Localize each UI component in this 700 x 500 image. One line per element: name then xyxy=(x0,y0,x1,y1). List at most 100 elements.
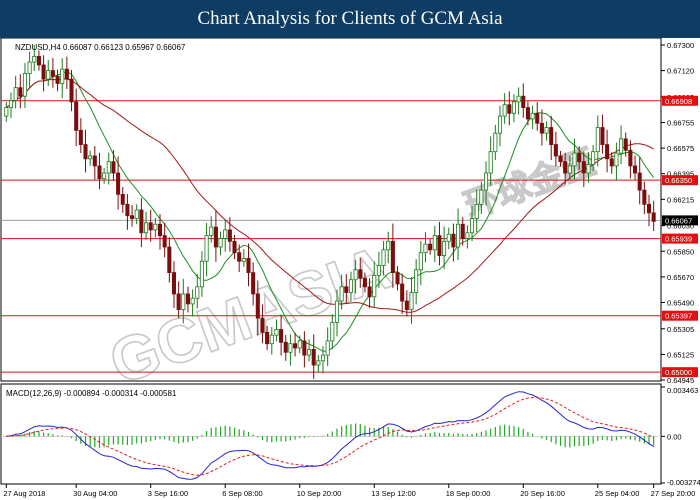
candle-body xyxy=(516,95,521,103)
candle-body xyxy=(302,340,307,356)
candle-body xyxy=(88,155,93,160)
candle-body xyxy=(381,249,386,266)
candle-body xyxy=(549,127,554,145)
candle-body xyxy=(521,95,526,108)
candle-body xyxy=(535,112,540,124)
candle-body xyxy=(353,269,358,281)
candle-body xyxy=(581,161,586,174)
candle-body xyxy=(614,152,619,167)
candle-body xyxy=(646,203,652,214)
candle-body xyxy=(358,269,363,279)
candle-body xyxy=(227,229,232,242)
candle-body xyxy=(102,172,107,180)
candle-body xyxy=(423,243,428,254)
candle-body xyxy=(246,257,251,274)
candle-body xyxy=(209,226,214,237)
candle-body xyxy=(92,155,97,167)
candle-body xyxy=(586,164,591,174)
current-price-tag-label: 0.66067 xyxy=(665,216,692,225)
candle-body xyxy=(269,334,274,345)
candle-body xyxy=(111,161,116,174)
candle-body xyxy=(232,240,237,254)
candle-body xyxy=(595,127,600,153)
candle-body xyxy=(465,232,470,239)
candle-body xyxy=(60,68,65,84)
candle-body xyxy=(50,70,55,77)
candle-body xyxy=(46,70,51,80)
candle-body xyxy=(390,240,395,274)
candle-body xyxy=(36,55,41,66)
candle-body xyxy=(106,161,111,174)
candle-body xyxy=(344,286,349,293)
macd-panel[interactable]: MACD(12,26,9) -0.000894 -0.000314 -0.000… xyxy=(0,383,700,487)
macd-panel-title: MACD(12,26,9) -0.000894 -0.000314 -0.000… xyxy=(6,389,177,398)
level-tag-label: 0.65939 xyxy=(665,235,692,244)
candle-body xyxy=(637,172,642,191)
candle-body xyxy=(619,138,624,154)
macd-panel-frame xyxy=(0,383,662,485)
candle-body xyxy=(497,115,503,134)
candle-body xyxy=(283,341,288,353)
chart-area[interactable]: GCMASIA环球金匯 NZDUSD,H4 0.66087 0.66123 0.… xyxy=(0,38,700,500)
candle-body xyxy=(339,286,344,302)
candle-body xyxy=(144,222,149,234)
candle-body xyxy=(414,269,419,293)
time-tick-label: 27 Aug 2018 xyxy=(3,489,45,498)
candle-body xyxy=(428,243,433,251)
macd-line xyxy=(6,391,654,480)
time-tick-label: 3 Sep 16:00 xyxy=(148,489,188,498)
candle-body xyxy=(409,292,414,310)
candle-body xyxy=(600,127,605,145)
candle-body xyxy=(125,203,130,217)
candle-body xyxy=(153,223,158,231)
candle-body xyxy=(288,343,293,353)
price-tick-label: 0.66575 xyxy=(667,144,694,153)
candle-body xyxy=(404,300,409,310)
candle-body xyxy=(651,212,656,222)
macd-tick-label: 0.003463 xyxy=(667,386,698,395)
candle-body xyxy=(311,349,316,366)
candle-body xyxy=(623,138,628,151)
price-tick-label: 0.67300 xyxy=(667,41,694,50)
candle-body xyxy=(400,283,405,302)
candle-body xyxy=(479,189,484,205)
candle-body xyxy=(605,144,610,160)
time-tick-label: 10 Sep 20:00 xyxy=(297,489,342,498)
level-tag-label: 0.66350 xyxy=(665,176,692,185)
candle-body xyxy=(437,235,442,256)
candle-body xyxy=(74,101,79,131)
candle-body xyxy=(372,275,377,298)
candle-body xyxy=(316,360,321,366)
level-tag-label: 0.65000 xyxy=(665,368,692,377)
price-tick-label: 0.66215 xyxy=(667,195,694,204)
candle-body xyxy=(456,223,461,248)
candle-body xyxy=(148,222,153,231)
candle-body xyxy=(432,235,437,251)
time-tick-label: 20 Sep 16:00 xyxy=(520,489,565,498)
candle-body xyxy=(195,286,200,299)
candle-body xyxy=(553,144,558,157)
time-tick-label: 27 Sep 20:00 xyxy=(651,489,696,498)
candle-body xyxy=(325,340,330,356)
candle-body xyxy=(139,209,144,234)
candle-body xyxy=(64,68,69,80)
candle-body xyxy=(320,354,326,362)
price-panel-title: NZDUSD,H4 0.66087 0.66123 0.65967 0.6606… xyxy=(15,43,186,52)
candle-body xyxy=(213,226,218,248)
candle-body xyxy=(199,260,204,288)
candle-body xyxy=(260,317,265,333)
candle-body xyxy=(493,132,498,153)
candle-body xyxy=(502,104,507,117)
candle-body xyxy=(18,87,23,97)
candle-body xyxy=(591,151,596,165)
candle-body xyxy=(558,155,563,163)
candle-body xyxy=(251,272,256,295)
candle-body xyxy=(362,277,367,288)
candle-body xyxy=(442,240,447,256)
time-axis: 27 Aug 2018 30 Aug 04:00 3 Sep 16:00 6 Sep … xyxy=(3,484,695,498)
candle-body xyxy=(167,246,172,274)
macd-tick-label: -0.003274 xyxy=(667,478,700,487)
candle-body xyxy=(628,149,633,167)
candle-body xyxy=(171,272,177,295)
candle-body xyxy=(297,340,302,349)
